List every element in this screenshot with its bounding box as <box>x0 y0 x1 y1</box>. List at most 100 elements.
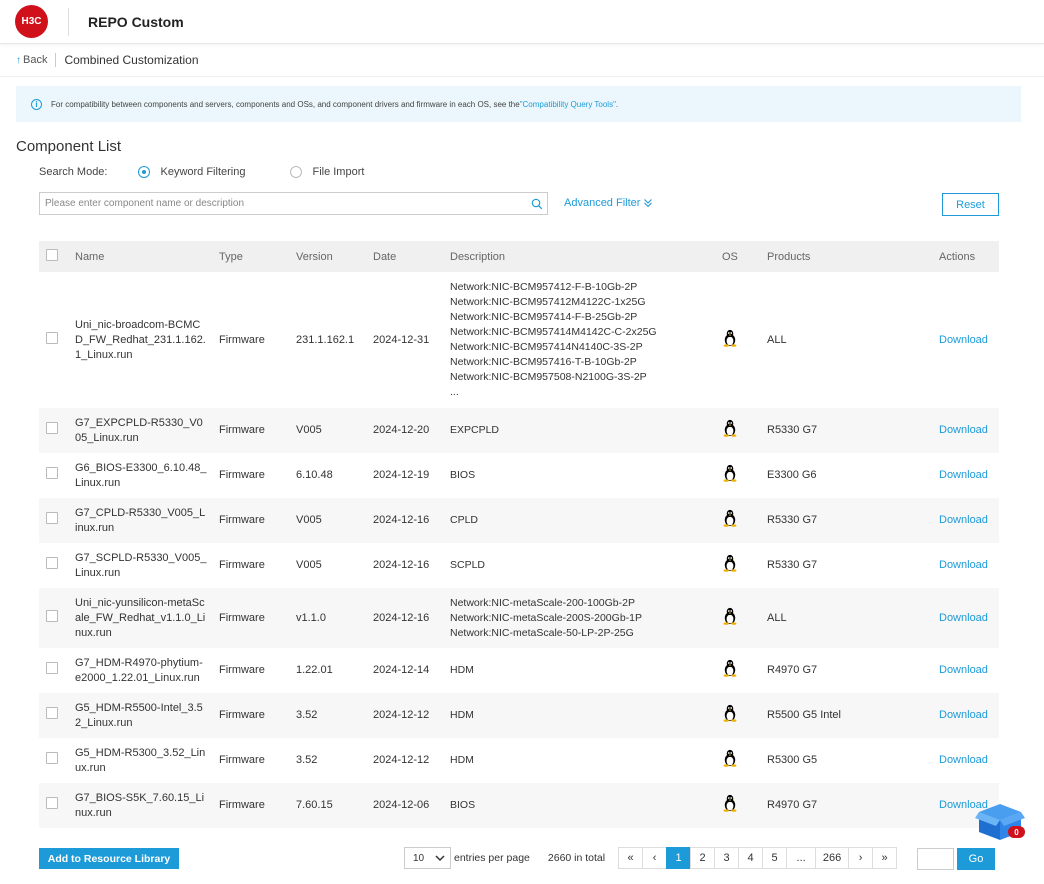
cell-type: Firmware <box>219 559 265 571</box>
row-checkbox[interactable] <box>46 512 58 524</box>
row-checkbox-cell <box>39 272 75 408</box>
cell-date: 2024-12-12 <box>373 754 430 766</box>
page-button-266[interactable]: 266 <box>815 847 850 869</box>
header-actions: Actions <box>939 250 976 263</box>
radio-unselected-icon[interactable] <box>290 166 303 178</box>
cell-actions: Download <box>939 588 999 648</box>
info-icon: i <box>31 98 42 110</box>
row-checkbox[interactable] <box>46 557 58 569</box>
linux-icon <box>722 704 738 722</box>
row-checkbox[interactable] <box>46 331 58 344</box>
component-table: Name Type Version Date Description OS Pr… <box>39 241 999 828</box>
row-checkbox[interactable] <box>46 422 58 434</box>
cell-os <box>722 453 767 498</box>
cell-date: 2024-12-12 <box>373 709 430 721</box>
back-link[interactable]: ↑ Back <box>16 54 47 66</box>
radio-keyword-filtering[interactable]: Keyword Filtering <box>138 166 245 178</box>
cell-products: R5330 G7 <box>767 424 818 436</box>
cell-type: Firmware <box>219 799 265 811</box>
download-link[interactable]: Download <box>939 664 988 676</box>
per-page-select[interactable]: 10 <box>404 847 451 869</box>
section-title: Component List <box>16 138 122 155</box>
table-row: G5_HDM-R5500-Intel_3.52_Linux.run Firmwar… <box>39 693 999 738</box>
row-checkbox-cell <box>39 693 75 738</box>
page-button-5[interactable]: 5 <box>762 847 788 869</box>
row-checkbox[interactable] <box>46 467 58 479</box>
row-checkbox-cell <box>39 588 75 648</box>
h3c-logo[interactable]: H3C <box>15 5 48 38</box>
component-name: G7_SCPLD-R5330_V005_Linux.run <box>75 551 207 579</box>
cell-version: 6.10.48 <box>296 469 333 481</box>
cell-os <box>722 408 767 453</box>
cell-os <box>722 648 767 693</box>
search-input[interactable] <box>40 193 527 214</box>
select-all-checkbox[interactable] <box>46 249 58 261</box>
total-count: 2660 in total <box>547 852 606 864</box>
compatibility-query-tools-link[interactable]: "Compatibility Query Tools" <box>520 100 616 109</box>
row-checkbox[interactable] <box>46 609 58 622</box>
notice-text: For compatibility between components and… <box>51 99 520 109</box>
cell-description: SCPLD <box>450 543 722 588</box>
chevron-down-icon <box>435 854 445 861</box>
divider <box>68 7 69 36</box>
component-name: G7_BIOS-S5K_7.60.15_Linux.run <box>75 791 205 819</box>
go-button[interactable]: Go <box>957 848 995 870</box>
next-page-button[interactable]: › <box>848 847 874 869</box>
cell-version: 231.1.162.1 <box>296 333 355 346</box>
download-link[interactable]: Download <box>939 469 988 481</box>
row-checkbox[interactable] <box>46 797 58 809</box>
advanced-filter-toggle[interactable]: Advanced Filter <box>564 197 653 209</box>
cell-name: Uni_nic-broadcom-BCMCD_FW_Redhat_231.1.1… <box>75 272 219 408</box>
row-checkbox-cell <box>39 648 75 693</box>
header-name: Name <box>75 250 105 263</box>
cell-name: G7_SCPLD-R5330_V005_Linux.run <box>75 543 219 588</box>
download-link[interactable]: Download <box>939 612 988 624</box>
cell-description: Network:NIC-BCM957412-F-B-10Gb-2P Network… <box>450 272 722 408</box>
reset-button[interactable]: Reset <box>942 193 999 216</box>
goto-page-input[interactable] <box>917 848 954 870</box>
download-link[interactable]: Download <box>939 514 988 526</box>
cell-version: 3.52 <box>296 709 318 721</box>
download-link[interactable]: Download <box>939 559 988 571</box>
table-row: Uni_nic-yunsilicon-metaScale_FW_Redhat_v… <box>39 588 999 648</box>
search-icon[interactable] <box>527 194 547 214</box>
description-line: Network:NIC-BCM957414M4142C-C-2x25G <box>450 326 657 338</box>
cell-description: BIOS <box>450 453 722 498</box>
cell-date: 2024-12-16 <box>373 611 430 624</box>
add-to-resource-library-button[interactable]: Add to Resource Library <box>39 848 179 869</box>
download-link[interactable]: Download <box>939 754 988 766</box>
cell-products: R5330 G7 <box>767 559 818 571</box>
first-page-button[interactable]: « <box>618 847 644 869</box>
component-name: G7_EXPCPLD-R5330_V005_Linux.run <box>75 416 203 444</box>
table-header-row: Name Type Version Date Description OS Pr… <box>39 241 999 272</box>
page-button-4[interactable]: 4 <box>738 847 764 869</box>
last-page-button[interactable]: » <box>872 847 898 869</box>
cell-os <box>722 738 767 783</box>
page-button-1[interactable]: 1 <box>666 847 692 869</box>
page-button-2[interactable]: 2 <box>690 847 716 869</box>
linux-icon <box>722 329 738 347</box>
download-link[interactable]: Download <box>939 424 988 436</box>
radio-label: File Import <box>312 166 365 178</box>
prev-page-button[interactable]: ‹ <box>642 847 668 869</box>
select-all-cell <box>39 241 75 272</box>
table-row: G5_HDM-R5300_3.52_Linux.run Firmware 3.52 2… <box>39 738 999 783</box>
page-button-3[interactable]: 3 <box>714 847 740 869</box>
page-ellipsis[interactable]: ... <box>786 847 817 869</box>
component-name: G6_BIOS-E3300_6.10.48_Linux.run <box>75 461 207 489</box>
radio-selected-icon[interactable] <box>138 166 151 178</box>
row-checkbox[interactable] <box>46 662 58 674</box>
table-row: G7_CPLD-R5330_V005_Linux.run Firmware V005… <box>39 498 999 543</box>
cell-version: 7.60.15 <box>296 799 333 811</box>
component-name: G5_HDM-R5300_3.52_Linux.run <box>75 746 206 774</box>
header-date: Date <box>373 250 397 263</box>
radio-label: Keyword Filtering <box>160 166 246 178</box>
linux-icon <box>722 464 738 482</box>
linux-icon <box>722 749 738 767</box>
download-link[interactable]: Download <box>939 709 988 721</box>
cell-date: 2024-12-19 <box>373 469 430 481</box>
radio-file-import[interactable]: File Import <box>290 166 364 178</box>
row-checkbox[interactable] <box>46 707 58 719</box>
row-checkbox[interactable] <box>46 752 58 764</box>
download-link[interactable]: Download <box>939 334 988 346</box>
